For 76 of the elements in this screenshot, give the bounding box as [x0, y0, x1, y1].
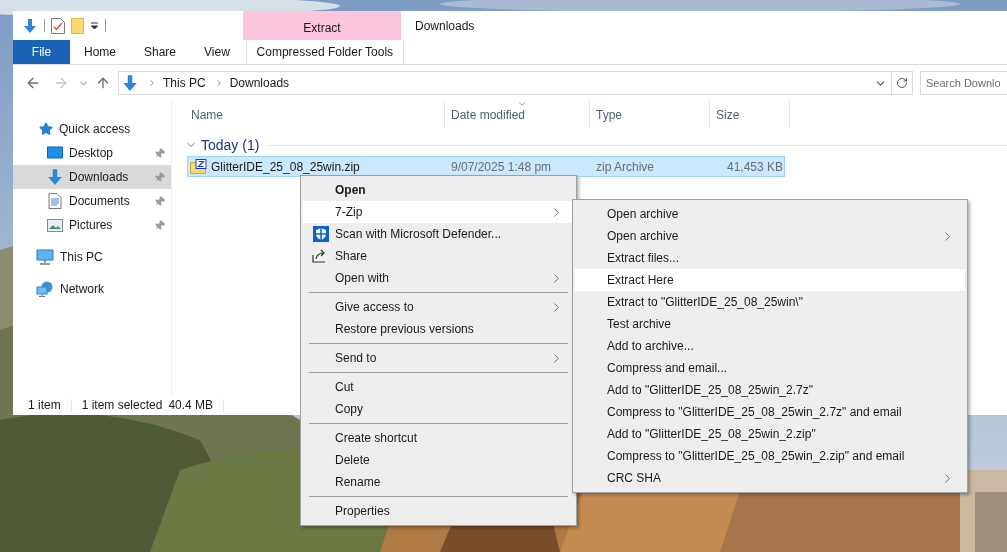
search-field[interactable]: Search Downlo: [920, 71, 1007, 95]
menu-item[interactable]: Give access to: [303, 296, 574, 318]
menu-item[interactable]: Copy: [303, 398, 574, 420]
menu-item[interactable]: Compress to "GlitterIDE_25_08_25win_2.zip" and email: [575, 445, 965, 467]
menu-item[interactable]: Restore previous versions: [303, 318, 574, 340]
ribbon-tab[interactable]: Home: [70, 40, 130, 64]
size-cell-text: 41,453 KB: [725, 158, 783, 176]
refresh-icon[interactable]: [896, 77, 908, 89]
menu-item[interactable]: Extract Here: [575, 269, 965, 291]
file-row[interactable]: GlitterIDE_25_08_25win.zip 9/07/2025 1:48 pm zip Archive 41,453 KB: [187, 156, 785, 177]
shield-icon: [313, 226, 329, 242]
item-count: 1 item: [28, 397, 61, 414]
breadcrumb[interactable]: This PC: [163, 74, 206, 92]
window-title: Downloads: [415, 17, 475, 35]
column-header[interactable]: Size: [710, 101, 790, 128]
menu-item[interactable]: 7-Zip: [303, 201, 574, 223]
share-icon: [312, 248, 328, 263]
breadcrumb-chevron-icon: [147, 78, 157, 88]
menu-item[interactable]: Open with: [303, 267, 574, 289]
sidebar-item[interactable]: Pictures: [13, 213, 171, 237]
menu-item[interactable]: Open archive: [575, 203, 965, 225]
sidebar-item[interactable]: Quick access: [13, 117, 171, 141]
contextual-tab-header: Extract: [243, 11, 401, 40]
folder-icon: [71, 17, 84, 34]
sidebar-item[interactable]: Documents: [13, 189, 171, 213]
sort-caret-icon: [517, 99, 527, 109]
forward-arrow-icon: [53, 75, 69, 91]
menu-item[interactable]: Compress to "GlitterIDE_25_08_25win_2.7z" and email: [575, 401, 965, 423]
menu-item[interactable]: Test archive: [575, 313, 965, 335]
menu-item[interactable]: Share: [303, 245, 574, 267]
download-arrow-icon: [46, 168, 64, 186]
menu-item[interactable]: Open: [303, 179, 574, 201]
zip-folder-icon: [190, 159, 207, 174]
desktop-icon: [47, 146, 63, 160]
menu-item[interactable]: Extract to "GlitterIDE_25_08_25win\": [575, 291, 965, 313]
selection-size: 40.4 MB: [168, 397, 214, 414]
menu-item[interactable]: Add to "GlitterIDE_25_08_25win_2.zip": [575, 423, 965, 445]
ribbon-tab[interactable]: View: [190, 40, 244, 64]
date-cell-text: 9/07/2025 1:48 pm: [450, 158, 553, 176]
menu-item[interactable]: CRC SHA: [575, 467, 965, 489]
star-icon: [39, 122, 53, 136]
column-header[interactable]: Date modified: [445, 101, 590, 128]
breadcrumb[interactable]: Downloads: [229, 74, 290, 92]
menu-item[interactable]: Add to archive...: [575, 335, 965, 357]
menu-item[interactable]: Extract files...: [575, 247, 965, 269]
sidebar-item[interactable]: Network: [13, 277, 171, 301]
sidebar-item[interactable]: Desktop: [13, 141, 171, 165]
network-icon: [36, 281, 54, 297]
selection-status: 1 item selected: [81, 397, 163, 414]
menu-item[interactable]: Compress and email...: [575, 357, 965, 379]
menu-item[interactable]: Rename: [303, 471, 574, 493]
sidebar-item[interactable]: Downloads: [13, 165, 171, 189]
download-arrow-icon: [121, 74, 139, 92]
menu-item[interactable]: Add to "GlitterIDE_25_08_25win_2.7z": [575, 379, 965, 401]
image-icon: [47, 218, 63, 232]
menu-item[interactable]: Properties: [303, 500, 574, 522]
type-cell-text: zip Archive: [595, 158, 656, 176]
menu-item[interactable]: Cut: [303, 376, 574, 398]
sidebar-item[interactable]: This PC: [13, 245, 171, 269]
menu-item[interactable]: Delete: [303, 449, 574, 471]
menu-item[interactable]: Open archive: [575, 225, 965, 247]
checklist-icon: [51, 17, 65, 34]
dropdown-caret-icon[interactable]: [90, 21, 99, 30]
computer-icon: [36, 249, 54, 265]
column-header[interactable]: Type: [590, 101, 710, 128]
menu-item[interactable]: Scan with Microsoft Defender...: [303, 223, 574, 245]
group-header: Today (1): [201, 135, 260, 155]
document-icon: [48, 193, 62, 209]
address-bar[interactable]: This PC Downloads: [118, 71, 913, 95]
file-tab[interactable]: File: [13, 40, 70, 64]
download-arrow-icon: [22, 17, 38, 34]
menu-item[interactable]: Create shortcut: [303, 427, 574, 449]
menu-item[interactable]: Send to: [303, 347, 574, 369]
file-name: GlitterIDE_25_08_25win.zip: [211, 158, 360, 176]
ribbon-tab[interactable]: Share: [130, 40, 191, 64]
column-header[interactable]: Name: [185, 101, 445, 128]
